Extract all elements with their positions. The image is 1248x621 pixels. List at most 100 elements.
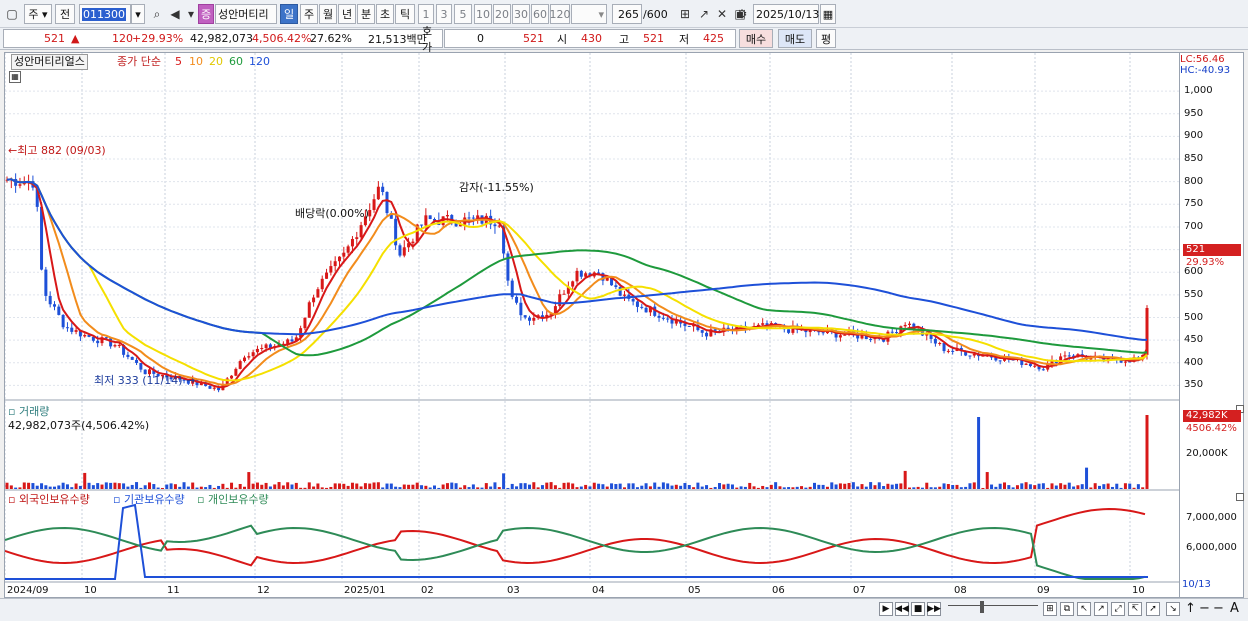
interval-custom-select[interactable]: ▾ <box>571 4 607 24</box>
stop-icon[interactable]: ■ <box>911 602 925 616</box>
calendar-grid-icon[interactable]: ▦ <box>9 71 21 83</box>
volume-bar <box>268 486 272 489</box>
rewind-icon[interactable]: ◀◀ <box>895 602 909 616</box>
zoom-out-button[interactable]: − <box>1199 602 1210 616</box>
tool-channel-icon[interactable]: ⤢ <box>1111 602 1125 616</box>
volume-bar <box>946 484 950 489</box>
eval-button[interactable]: 평 <box>816 29 836 48</box>
chart-canvas[interactable] <box>5 53 1181 599</box>
volume-bar <box>618 483 622 489</box>
candle-body <box>614 285 618 288</box>
search-icon[interactable]: ⌕ <box>148 5 166 23</box>
tool-cursor-icon[interactable]: ➚ <box>1146 602 1160 616</box>
interval-10[interactable]: 10 <box>474 4 492 24</box>
volume-bar <box>5 482 9 489</box>
timeframe-minute[interactable]: 분 <box>357 4 375 24</box>
date-input[interactable]: 2025/10/13 <box>753 4 819 24</box>
prev-button[interactable]: 전 <box>55 4 75 24</box>
stock-name-field[interactable]: 성안머티리 <box>215 4 277 24</box>
legend-ma20[interactable]: 20 <box>209 55 223 69</box>
timeframe-week[interactable]: 주 <box>300 4 318 24</box>
interval-20[interactable]: 20 <box>493 4 511 24</box>
legend-ma5[interactable]: 5 <box>175 55 182 69</box>
timeframe-second[interactable]: 초 <box>376 4 394 24</box>
volume-bar <box>756 487 760 489</box>
timeframe-month[interactable]: 월 <box>319 4 337 24</box>
volume-bar <box>592 482 596 489</box>
candle-body <box>631 298 635 302</box>
volume-bar <box>610 483 614 489</box>
trade-amount: 21,513백만 <box>368 32 427 46</box>
volume-bar <box>817 484 821 489</box>
chart-type-icon[interactable]: ⊞ <box>676 5 694 23</box>
volume-bar <box>109 482 113 489</box>
volume-bar <box>74 483 78 489</box>
timeframe-tick[interactable]: 틱 <box>395 4 415 24</box>
hoga-price: 521 <box>523 32 544 45</box>
tool-pointer-icon[interactable]: ↸ <box>1128 602 1142 616</box>
interval-3[interactable]: 3 <box>436 4 452 24</box>
indicator-icon[interactable]: ↗ <box>695 5 713 23</box>
interval-30[interactable]: 30 <box>512 4 530 24</box>
candle-body <box>1028 363 1032 366</box>
volume-bar <box>389 483 393 489</box>
tool-arrow-icon[interactable]: ↘ <box>1166 602 1180 616</box>
timeframe-year[interactable]: 년 <box>338 4 356 24</box>
interval-120[interactable]: 120 <box>550 4 571 24</box>
buy-button[interactable]: 매수 <box>739 29 773 48</box>
volume-bar <box>666 483 670 489</box>
volume-bar <box>1063 484 1067 489</box>
calendar-icon[interactable]: ▦ <box>820 4 836 24</box>
interval-5[interactable]: 5 <box>454 4 472 24</box>
tool-copy-icon[interactable]: ⧉ <box>1060 602 1074 616</box>
settings-gear-icon[interactable]: ⚙ <box>733 5 751 23</box>
sell-button[interactable]: 매도 <box>778 29 812 48</box>
chart-panel[interactable]: 성안머티리얼스 종가 단순 5 10 20 60 120 ▦ ←최고 882 (… <box>4 52 1181 599</box>
legend-stock-name[interactable]: 성안머티리얼스 <box>11 54 88 70</box>
volume-bar <box>251 483 255 489</box>
stock-code-input[interactable]: 011300 <box>79 4 131 24</box>
up-arrow-button[interactable]: ↑ <box>1185 602 1196 616</box>
volume-bar <box>14 487 18 489</box>
candle-body <box>402 247 406 256</box>
volume-bar <box>774 482 778 489</box>
tool-line-icon[interactable]: ↖ <box>1077 602 1091 616</box>
legend-ma120[interactable]: 120 <box>249 55 270 69</box>
volume-bar <box>450 482 454 489</box>
zoom-slider-handle[interactable] <box>980 601 984 613</box>
code-dropdown-icon[interactable]: ▾ <box>131 4 145 24</box>
tool-reset-icon[interactable]: ⊞ <box>1043 602 1057 616</box>
window-icon[interactable]: ▢ <box>3 5 21 23</box>
volume-bar <box>804 487 808 489</box>
x-axis-label: 2025/01 <box>344 585 386 596</box>
candle-body <box>838 335 842 338</box>
minimize-button[interactable]: − <box>1213 602 1224 616</box>
candle-body <box>998 360 1002 362</box>
volume-bar <box>1046 487 1050 489</box>
volume-bar <box>536 487 540 489</box>
stock-type-badge: 증 <box>198 4 214 24</box>
legend-ma60[interactable]: 60 <box>229 55 243 69</box>
volume-bar <box>549 482 553 489</box>
volume-bar <box>843 483 847 489</box>
volume-bar <box>648 486 652 489</box>
legend-ma10[interactable]: 10 <box>189 55 203 69</box>
fast-forward-icon[interactable]: ▶▶ <box>927 602 941 616</box>
crosshair-icon[interactable]: ✕ <box>713 5 731 23</box>
volume-bar <box>87 482 91 489</box>
timeframe-day[interactable]: 일 <box>280 4 298 24</box>
font-size-button[interactable]: A <box>1230 602 1239 616</box>
volume-tick: 20,000K <box>1186 448 1228 459</box>
tool-fib-icon[interactable]: ↗ <box>1094 602 1108 616</box>
data-count-input[interactable]: 265 <box>612 4 642 24</box>
volume-bar <box>972 482 976 489</box>
scroll-right-icon[interactable]: ▶ <box>879 602 893 616</box>
holdings-maximize-icon[interactable] <box>1236 493 1244 501</box>
volume-bar <box>316 483 320 489</box>
period-mode-select[interactable]: 주 ▾ <box>24 4 52 24</box>
interval-1[interactable]: 1 <box>418 4 434 24</box>
interval-60[interactable]: 60 <box>531 4 549 24</box>
volume-bar <box>208 484 212 489</box>
zoom-slider[interactable] <box>948 605 1038 613</box>
candle-body <box>558 294 562 307</box>
